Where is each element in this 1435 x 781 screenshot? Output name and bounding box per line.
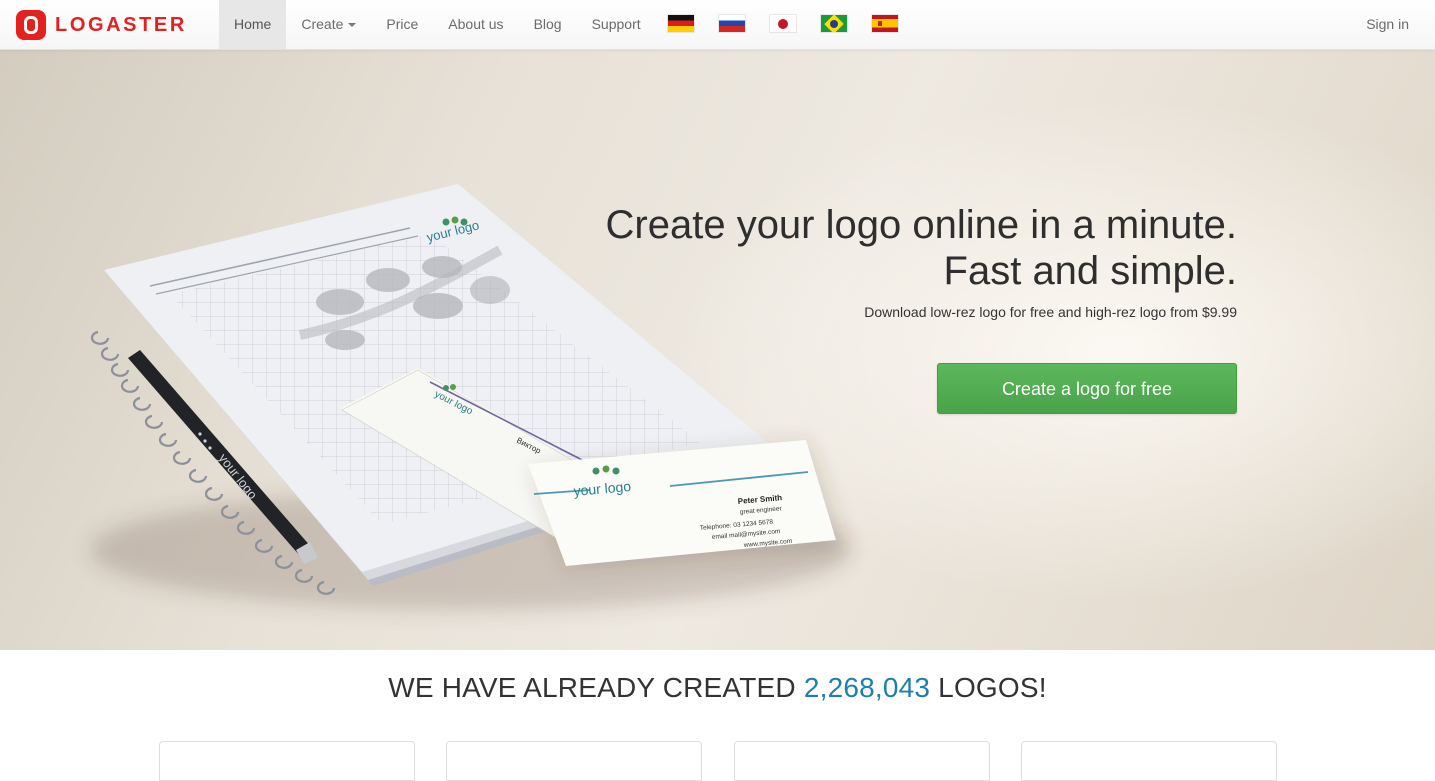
nav-about-us[interactable]: About us — [433, 0, 518, 49]
nav-price[interactable]: Price — [371, 0, 433, 49]
nav-home[interactable]: Home — [219, 0, 287, 49]
hero-title: Create your logo online in a minute. Fas… — [477, 202, 1237, 294]
caret-down-icon — [348, 23, 357, 28]
hero-subtitle: Download low-rez logo for free and high-… — [864, 304, 1237, 320]
nav-blog[interactable]: Blog — [519, 0, 577, 49]
spanish-flag-icon[interactable] — [872, 15, 898, 32]
nav-support[interactable]: Support — [577, 0, 656, 49]
logaster-logo[interactable]: LOGASTER — [16, 10, 187, 40]
hero-title-line-2: Fast and simple. — [943, 249, 1237, 293]
hero-banner: your logo your logo your logo Виктор you… — [0, 50, 1435, 650]
counter-prefix: WE HAVE ALREADY CREATED — [388, 672, 796, 703]
logos-created-counter: WE HAVE ALREADY CREATED 2,268,043 LOGOS! — [0, 672, 1435, 704]
logos-count: 2,268,043 — [803, 672, 931, 703]
stationery-mockup-image: your logo your logo your logo Виктор you… — [90, 184, 850, 610]
logo-example-card[interactable] — [1021, 741, 1277, 781]
create-logo-button[interactable]: Create a logo for free — [937, 363, 1237, 414]
logo-examples-row — [159, 741, 1279, 781]
nav-create[interactable]: Create — [286, 0, 371, 49]
counter-suffix: LOGOS! — [938, 672, 1047, 703]
language-selector — [668, 15, 923, 32]
nav-create-label: Create — [301, 16, 344, 32]
brand-name: LOGASTER — [55, 13, 187, 36]
main-nav: Home Create Price About us Blog Support — [219, 0, 656, 49]
logaster-logo-icon — [16, 10, 46, 40]
russian-flag-icon[interactable] — [719, 15, 745, 32]
logo-example-card[interactable] — [159, 741, 415, 781]
top-navbar: LOGASTER Home Create Price About us Blog… — [0, 0, 1435, 50]
sign-in-link[interactable]: Sign in — [1366, 0, 1409, 49]
japanese-flag-icon[interactable] — [770, 15, 796, 32]
german-flag-icon[interactable] — [668, 15, 694, 32]
brazilian-flag-icon[interactable] — [821, 15, 847, 32]
logo-example-card[interactable] — [734, 741, 990, 781]
hero-title-line-1: Create your logo online in a minute. — [605, 203, 1237, 247]
logo-example-card[interactable] — [446, 741, 702, 781]
